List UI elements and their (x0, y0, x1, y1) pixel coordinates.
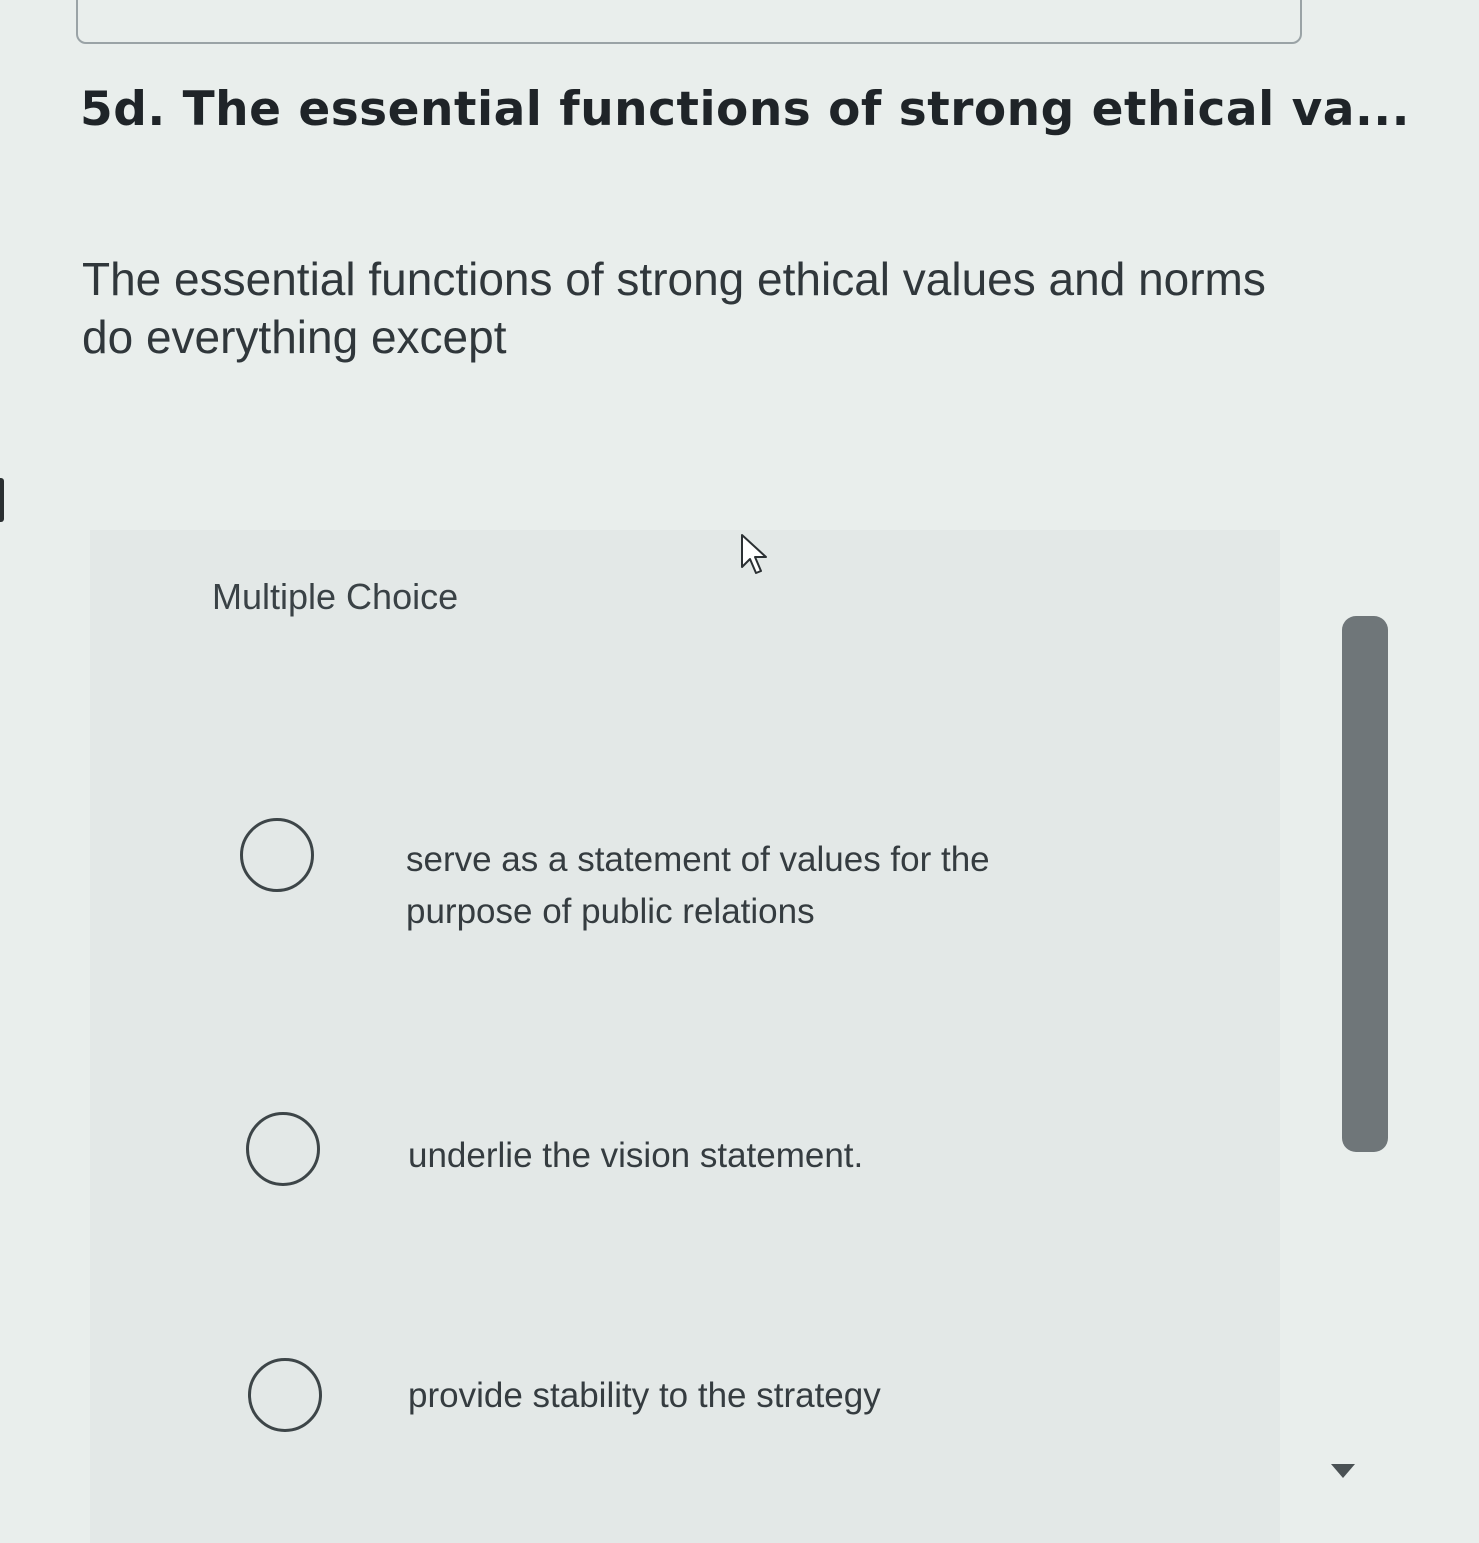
question-prompt: The essential functions of strong ethica… (82, 253, 1266, 363)
radio-button-2[interactable] (246, 1112, 320, 1186)
triangle-down-icon[interactable] (1330, 1462, 1356, 1480)
previous-content-box (76, 0, 1302, 44)
question-title: 5d. The essential functions of strong et… (80, 82, 1411, 137)
multiple-choice-heading: Multiple Choice (212, 576, 459, 617)
left-edge-marker (0, 478, 4, 522)
answer-option-label: provide stability to the strategy (408, 1376, 881, 1415)
mouse-pointer-icon (741, 534, 767, 574)
scrollbar-thumb[interactable] (1342, 616, 1388, 1152)
answer-option-label: underlie the vision statement. (408, 1136, 864, 1175)
radio-button-3[interactable] (248, 1358, 322, 1432)
answer-option-label: serve as a statement of values for the p… (406, 840, 990, 931)
radio-button-1[interactable] (240, 818, 314, 892)
